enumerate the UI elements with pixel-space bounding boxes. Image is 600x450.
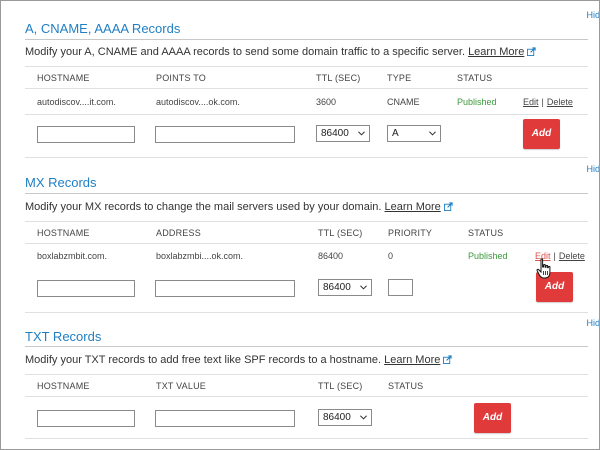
txt-col-txt-value: TXT VALUE	[156, 381, 206, 391]
a-records-title: A, CNAME, AAAA Records	[25, 21, 181, 36]
a-record-status: Published	[457, 97, 497, 107]
a-new-points-to-input[interactable]	[155, 126, 295, 143]
txt-col-hostname: HOSTNAME	[37, 381, 90, 391]
screenshot-frame	[0, 0, 600, 450]
txt-records-title: TXT Records	[25, 329, 102, 344]
mx-col-priority: PRIORITY	[388, 228, 433, 238]
mx-col-status: STATUS	[468, 228, 504, 238]
external-link-icon	[443, 355, 452, 364]
mx-col-address: ADDRESS	[156, 228, 201, 238]
txt-new-ttl-select[interactable]: 86400	[318, 409, 372, 426]
txt-records-learn-more-link[interactable]: Learn More	[384, 354, 440, 366]
mx-record-address: boxlabzmbi....ok.com.	[156, 251, 244, 261]
mx-records-table-top-rule	[25, 221, 588, 222]
external-link-icon	[443, 202, 453, 211]
mx-records-bottom-rule	[25, 312, 588, 313]
a-record-ttl: 3600	[316, 97, 337, 107]
a-new-hostname-input[interactable]	[37, 126, 135, 143]
a-record-points-to: autodiscov....ok.com.	[156, 97, 240, 107]
a-record-hostname: autodiscov....it.com.	[37, 97, 116, 107]
external-link-icon	[527, 47, 536, 56]
chevron-down-icon	[360, 415, 367, 420]
a-records-description: Modify your A, CNAME and AAAA records to…	[25, 46, 536, 58]
txt-new-value-input[interactable]	[155, 410, 295, 427]
chevron-down-icon	[429, 131, 436, 136]
txt-new-hostname-input[interactable]	[37, 410, 135, 427]
txt-records-table-top-rule	[25, 374, 588, 375]
txt-col-status: STATUS	[388, 381, 424, 391]
mx-records-header-rule	[25, 243, 588, 244]
a-records-learn-more-link[interactable]: Learn More	[468, 46, 524, 58]
hide-section-link[interactable]: Hid	[586, 10, 600, 20]
a-new-type-select[interactable]: A	[387, 125, 441, 142]
a-records-table-top-rule	[25, 66, 588, 67]
hide-section-link[interactable]: Hid	[586, 164, 600, 174]
a-col-points-to: POINTS TO	[156, 73, 206, 83]
a-record-edit-link[interactable]: Edit	[523, 97, 539, 107]
mx-record-priority: 0	[388, 251, 394, 261]
txt-add-button[interactable]: Add	[474, 403, 511, 433]
chevron-down-icon	[360, 285, 367, 290]
a-record-delete-link[interactable]: Delete	[547, 97, 573, 107]
chevron-down-icon	[358, 131, 365, 136]
txt-records-bottom-rule	[25, 438, 588, 439]
mx-records-divider	[25, 193, 588, 194]
mx-records-learn-more-link[interactable]: Learn More	[385, 201, 441, 213]
mx-new-ttl-select[interactable]: 86400	[318, 279, 372, 296]
mx-new-address-input[interactable]	[155, 280, 295, 297]
mx-record-ttl: 86400	[318, 251, 344, 261]
txt-records-divider	[25, 346, 588, 347]
mx-col-hostname: HOSTNAME	[37, 228, 90, 238]
mx-new-hostname-input[interactable]	[37, 280, 135, 297]
a-records-bottom-rule	[25, 157, 588, 158]
a-records-divider	[25, 39, 588, 40]
mx-record-hostname: boxlabzmbit.com.	[37, 251, 108, 261]
mx-record-delete-link[interactable]: Delete	[559, 251, 585, 261]
hide-section-link[interactable]: Hid	[586, 318, 600, 328]
a-col-hostname: HOSTNAME	[37, 73, 90, 83]
a-records-header-rule	[25, 88, 588, 89]
a-record-type: CNAME	[387, 97, 420, 107]
txt-records-description: Modify your TXT records to add free text…	[25, 354, 452, 366]
a-col-type: TYPE	[387, 73, 412, 83]
a-record-actions: Edit | Delete	[523, 97, 573, 107]
txt-col-ttl: TTL (SEC)	[318, 381, 363, 391]
mx-col-ttl: TTL (SEC)	[318, 228, 363, 238]
a-records-row-rule	[25, 114, 588, 115]
a-col-ttl: TTL (SEC)	[316, 73, 361, 83]
a-col-status: STATUS	[457, 73, 493, 83]
txt-records-header-rule	[25, 396, 588, 397]
mx-records-description: Modify your MX records to change the mai…	[25, 201, 453, 213]
a-add-button[interactable]: Add	[523, 119, 560, 149]
hand-pointer-icon	[536, 258, 551, 279]
mx-new-priority-input[interactable]	[388, 279, 413, 296]
mx-record-status: Published	[468, 251, 508, 261]
mx-records-title: MX Records	[25, 175, 97, 190]
a-new-ttl-select[interactable]: 86400	[316, 125, 370, 142]
